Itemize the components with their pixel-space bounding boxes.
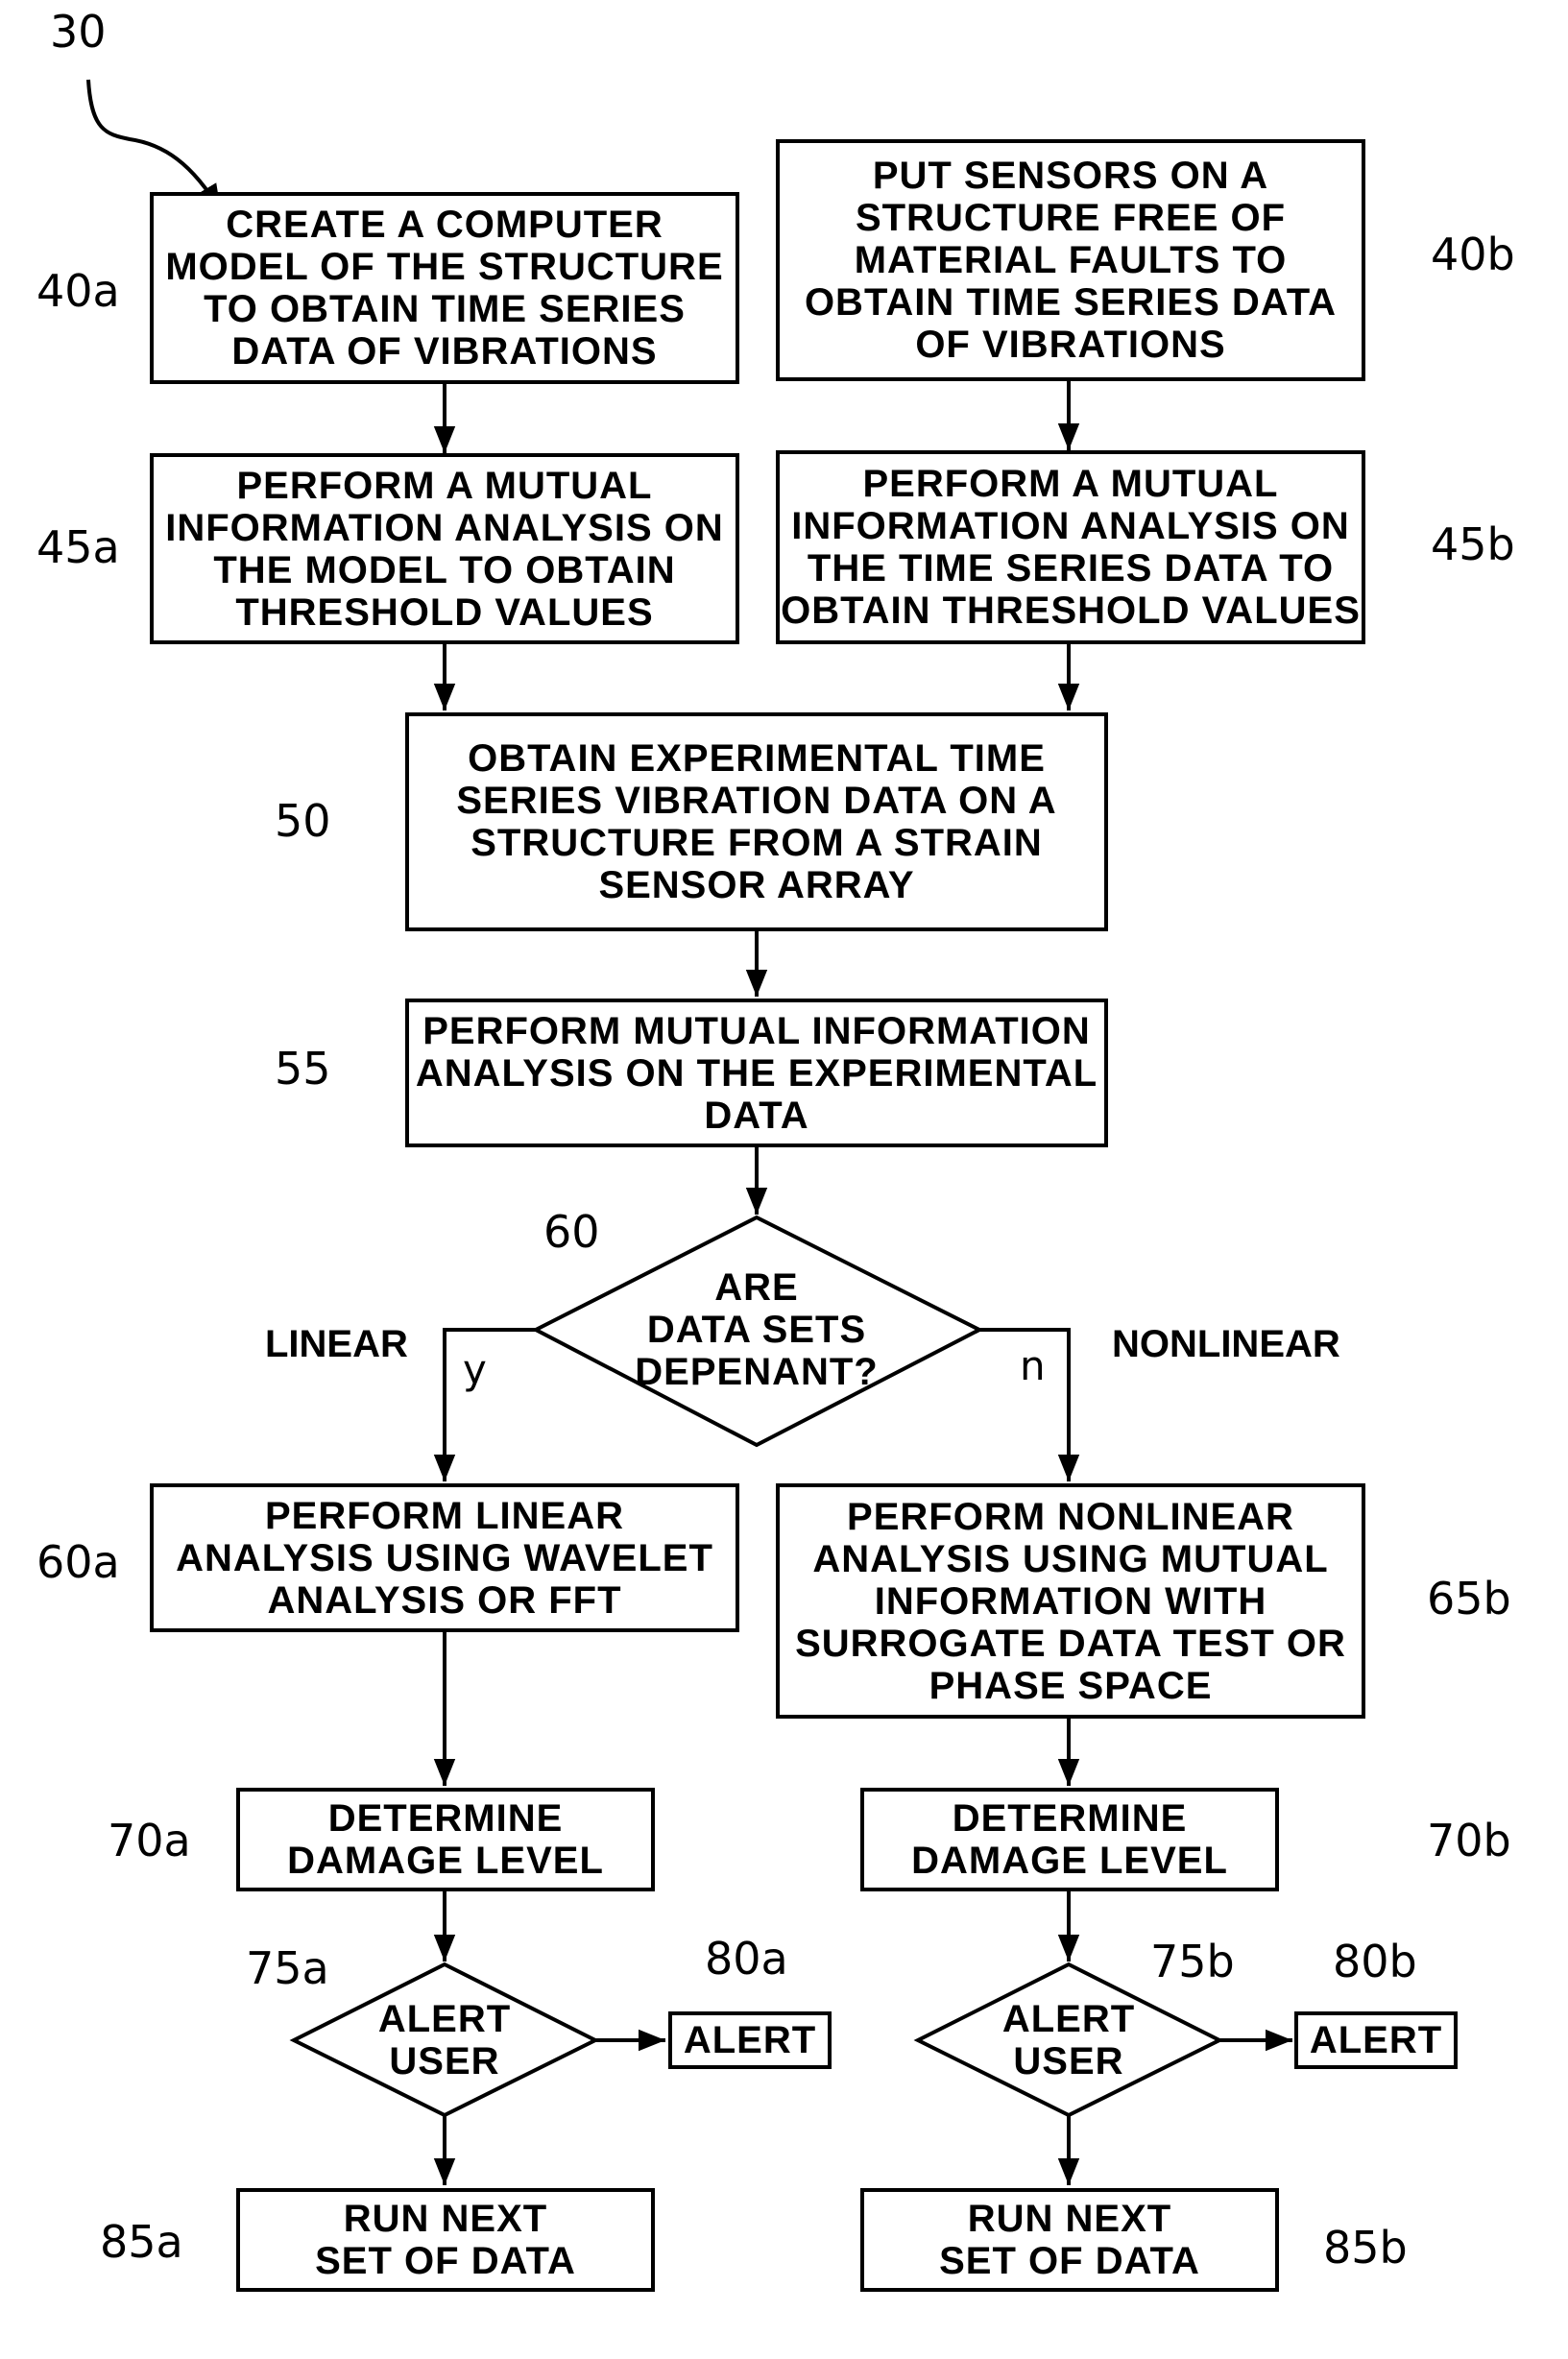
- nonlinear-branch-label: NONLINEAR: [1112, 1323, 1340, 1365]
- step-40b-box: PUT SENSORS ON A STRUCTURE FREE OF MATER…: [776, 139, 1365, 381]
- step-40b-ref: 40b: [1431, 229, 1515, 280]
- step-85a-box: RUN NEXT SET OF DATA: [236, 2188, 655, 2292]
- decision-75a-ref: 75a: [246, 1942, 329, 1994]
- step-55-ref: 55: [275, 1043, 331, 1095]
- step-60a-ref: 60a: [36, 1536, 120, 1588]
- decision-60-text: ARE DATA SETS DEPENANT?: [635, 1266, 879, 1393]
- yes-label: y: [463, 1346, 487, 1393]
- arrow-60-yes: [433, 1328, 536, 1481]
- linear-branch-label: LINEAR: [265, 1323, 408, 1365]
- step-60a-box: PERFORM LINEAR ANALYSIS USING WAVELET AN…: [150, 1483, 739, 1632]
- step-40a-box: CREATE A COMPUTER MODEL OF THE STRUCTURE…: [150, 192, 739, 384]
- decision-75a-text: ALERT USER: [377, 1998, 512, 2082]
- step-65b-ref: 65b: [1427, 1573, 1511, 1625]
- step-80b-ref: 80b: [1333, 1936, 1417, 1987]
- no-label: n: [1020, 1342, 1046, 1389]
- step-50-box: OBTAIN EXPERIMENTAL TIME SERIES VIBRATIO…: [405, 712, 1108, 931]
- step-45b-ref: 45b: [1431, 518, 1515, 570]
- step-50-ref: 50: [275, 795, 331, 847]
- step-40a-ref: 40a: [36, 265, 120, 317]
- step-85b-ref: 85b: [1323, 2222, 1408, 2274]
- decision-75b-text: ALERT USER: [1001, 1998, 1136, 2082]
- step-80a-box: ALERT: [668, 2011, 832, 2069]
- step-70b-ref: 70b: [1427, 1815, 1511, 1866]
- step-45a-box: PERFORM A MUTUAL INFORMATION ANALYSIS ON…: [150, 453, 739, 644]
- step-55-box: PERFORM MUTUAL INFORMATION ANALYSIS ON T…: [405, 999, 1108, 1147]
- step-70b-box: DETERMINE DAMAGE LEVEL: [860, 1788, 1279, 1891]
- step-70a-ref: 70a: [108, 1815, 191, 1866]
- step-85b-box: RUN NEXT SET OF DATA: [860, 2188, 1279, 2292]
- step-45a-ref: 45a: [36, 521, 120, 573]
- step-45b-box: PERFORM A MUTUAL INFORMATION ANALYSIS ON…: [776, 450, 1365, 644]
- decision-60-ref: 60: [543, 1206, 600, 1258]
- step-85a-ref: 85a: [100, 2216, 183, 2268]
- step-65b-box: PERFORM NONLINEAR ANALYSIS USING MUTUAL …: [776, 1483, 1365, 1719]
- step-70a-box: DETERMINE DAMAGE LEVEL: [236, 1788, 655, 1891]
- step-80a-ref: 80a: [705, 1933, 788, 1985]
- flowchart-figure: 30 CREATE A COMPUTER MODEL OF THE STRUCT…: [0, 0, 1568, 2359]
- step-80b-box: ALERT: [1294, 2011, 1458, 2069]
- figure-ref-label: 30: [50, 6, 107, 58]
- decision-75b-ref: 75b: [1150, 1936, 1235, 1987]
